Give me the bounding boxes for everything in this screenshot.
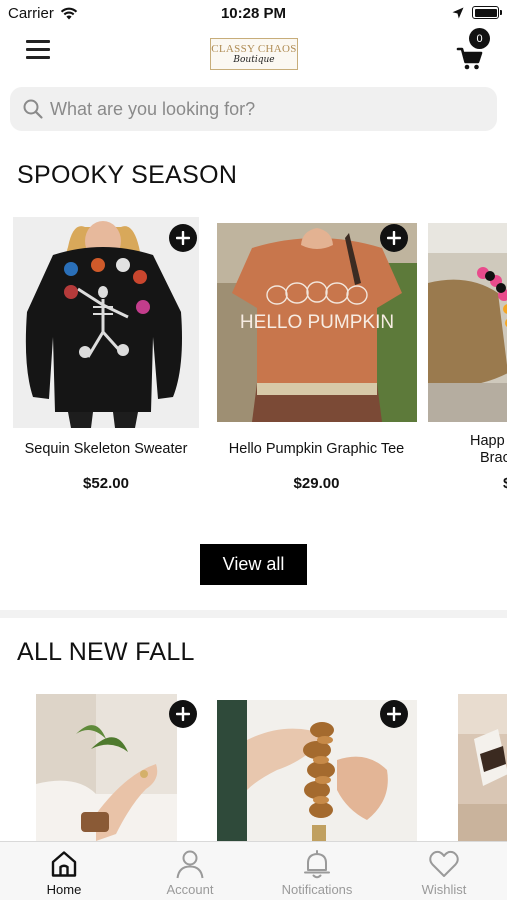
section-title-spooky-season: SPOOKY SEASON — [17, 161, 238, 189]
product-price: $29.00 — [293, 475, 340, 492]
tab-account[interactable]: Account — [135, 842, 245, 900]
tab-wishlist-label: Wishlist — [421, 882, 467, 897]
bracelet-photo — [428, 223, 507, 422]
status-bar: Carrier 10:28 PM — [0, 0, 507, 28]
search-bar[interactable] — [10, 87, 497, 131]
product-name-line1: Happ — [470, 433, 505, 449]
tab-account-label: Account — [166, 882, 214, 897]
plus-icon — [387, 231, 401, 245]
plus-icon — [176, 231, 190, 245]
product-image-fall-3[interactable] — [458, 694, 507, 841]
product-name-line2: Brac — [480, 450, 507, 466]
app-header: CLASSY CHAOS Boutique — [0, 30, 507, 76]
tab-notifications[interactable]: Notifications — [262, 842, 372, 900]
tab-notifications-label: Notifications — [281, 882, 353, 897]
product-card-fall-2[interactable] — [210, 690, 420, 841]
product-image-fall-1[interactable] — [36, 694, 177, 841]
heart-icon — [429, 850, 459, 877]
search-icon — [23, 99, 43, 119]
plus-icon — [176, 707, 190, 721]
plus-icon — [387, 707, 401, 721]
fall-photo-1 — [36, 694, 177, 841]
home-icon — [51, 851, 77, 877]
product-name: Sequin Skeleton Sweater — [24, 441, 188, 457]
product-carousel-spooky[interactable]: Sequin Skeleton Sweater $52.00 HELLO PUM… — [0, 210, 507, 500]
brand-logo[interactable]: CLASSY CHAOS Boutique — [210, 38, 298, 70]
product-card-happy-bracelet[interactable]: Happ Brac $ — [420, 210, 507, 500]
fall-photo-3 — [458, 694, 507, 841]
product-image-hello-pumpkin-tee[interactable]: HELLO PUMPKIN — [217, 223, 417, 422]
location-arrow-icon — [452, 7, 464, 18]
account-icon — [176, 850, 204, 879]
section-divider — [0, 610, 507, 618]
product-card-fall-1[interactable] — [0, 690, 210, 841]
add-to-cart-button[interactable] — [169, 700, 197, 728]
sweater-photo — [13, 217, 199, 428]
status-time: 10:28 PM — [220, 5, 287, 22]
product-price: $ — [503, 475, 507, 492]
tab-home[interactable]: Home — [9, 842, 119, 900]
section-title-all-new-fall: ALL NEW FALL — [17, 638, 195, 666]
tee-photo: HELLO PUMPKIN — [217, 223, 417, 422]
logo-sub-text: Boutique — [233, 55, 275, 65]
cart-count-badge: 0 — [469, 28, 490, 49]
product-price: $52.00 — [83, 475, 129, 492]
product-card-fall-3[interactable] — [420, 690, 507, 841]
product-card-sequin-skeleton-sweater[interactable]: Sequin Skeleton Sweater $52.00 — [0, 210, 210, 500]
search-input[interactable] — [50, 98, 470, 120]
add-to-cart-button[interactable] — [380, 224, 408, 252]
add-to-cart-button[interactable] — [169, 224, 197, 252]
tee-print-text: HELLO PUMPKIN — [240, 312, 394, 333]
view-all-button[interactable]: View all — [200, 544, 307, 585]
add-to-cart-button[interactable] — [380, 700, 408, 728]
hamburger-menu-button[interactable] — [26, 40, 52, 62]
tab-home-label: Home — [46, 882, 82, 897]
product-card-hello-pumpkin-tee[interactable]: HELLO PUMPKIN Hello Pumpkin Graphic Tee … — [210, 210, 420, 500]
bell-icon — [304, 850, 330, 879]
bottom-tab-bar: Home Account Notifications Wishlist — [0, 841, 507, 900]
product-carousel-fall[interactable] — [0, 690, 507, 841]
logo-main-text: CLASSY CHAOS — [211, 43, 297, 55]
battery-icon — [472, 6, 502, 19]
tab-wishlist[interactable]: Wishlist — [389, 842, 499, 900]
product-name: Hello Pumpkin Graphic Tee — [228, 441, 405, 457]
product-image-bracelet[interactable] — [428, 223, 507, 422]
product-image-skeleton-sweater[interactable] — [13, 217, 199, 428]
status-right — [452, 6, 502, 19]
